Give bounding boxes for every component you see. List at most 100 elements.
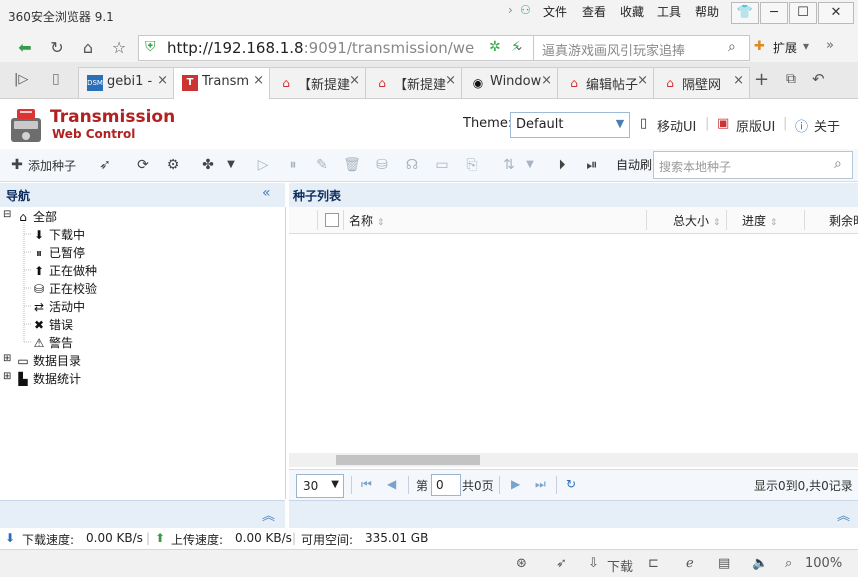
- ie-icon[interactable]: ℯ: [686, 556, 694, 571]
- column-remaining[interactable]: 剩余时: [829, 212, 858, 229]
- collapse-left-icon[interactable]: «: [262, 185, 271, 201]
- theme-select[interactable]: Default ▼: [510, 112, 630, 138]
- gear-icon[interactable]: ⚙: [164, 157, 182, 175]
- nav-item-statistics[interactable]: ▙ 数据统计: [16, 370, 81, 387]
- nav-item-paused[interactable]: ⏸ 已暂停: [32, 244, 85, 261]
- skin-button[interactable]: 👕: [731, 2, 759, 24]
- delete-icon[interactable]: 🗑: [343, 157, 361, 175]
- nav-item-active[interactable]: ⇄ 活动中: [32, 298, 85, 315]
- column-name[interactable]: 名称 ⇕: [349, 212, 384, 229]
- copy-icon[interactable]: ⎘: [463, 157, 481, 175]
- nav-item-error[interactable]: ✖ 错误: [32, 316, 73, 333]
- column-progress[interactable]: 进度 ⇕: [742, 212, 777, 229]
- extensions-dropdown-icon[interactable]: ▾: [803, 39, 809, 53]
- start-selected-icon[interactable]: ▷: [254, 157, 272, 175]
- maximize-button[interactable]: ☐: [789, 2, 817, 24]
- queue-icon[interactable]: ⇅: [500, 157, 518, 175]
- chevron-down-icon[interactable]: ⌄: [514, 39, 524, 53]
- download-manager-button[interactable]: 下载: [607, 556, 633, 575]
- horizontal-scrollbar[interactable]: [289, 453, 858, 467]
- expand-toggle-icon[interactable]: ⊞: [3, 353, 11, 364]
- close-icon[interactable]: ×: [637, 73, 648, 88]
- rename-icon[interactable]: ✎: [313, 157, 331, 175]
- tab-list-icon[interactable]: ⧉: [786, 71, 796, 87]
- chevron-down-icon[interactable]: ▼: [521, 157, 539, 175]
- bookmark-star-icon[interactable]: ☆: [108, 37, 130, 59]
- close-icon[interactable]: ×: [349, 73, 360, 88]
- first-page-icon[interactable]: ⏮: [361, 477, 372, 492]
- extensions-button[interactable]: 扩展: [773, 39, 797, 56]
- nav-item-warning[interactable]: ⚠ 警告: [32, 334, 73, 351]
- video-icon[interactable]: ▤: [718, 556, 730, 571]
- menu-tools[interactable]: 工具: [657, 3, 681, 20]
- add-torrent-button[interactable]: 添加种子: [28, 157, 76, 174]
- minimize-button[interactable]: ─: [760, 2, 788, 24]
- url-input[interactable]: ⛨ http://192.168.1.8:9091/transmission/w…: [138, 35, 536, 61]
- select-all-checkbox[interactable]: [325, 213, 339, 227]
- compass-icon[interactable]: ⊛: [516, 556, 527, 571]
- extension-icon[interactable]: ✚: [754, 39, 765, 54]
- expand-up-icon[interactable]: ︽: [837, 505, 850, 524]
- close-window-button[interactable]: ✕: [818, 2, 854, 24]
- verify-icon[interactable]: ⛁: [373, 157, 391, 175]
- last-page-icon[interactable]: ⏭: [535, 477, 546, 492]
- tab-new-suggestion-2[interactable]: ⌂ 【新提建 ×: [365, 67, 462, 98]
- chevron-down-icon[interactable]: ▼: [222, 157, 240, 175]
- undo-close-tab-icon[interactable]: ↶: [812, 70, 825, 88]
- sound-icon[interactable]: 🔈: [752, 556, 768, 571]
- menu-file[interactable]: 文件: [543, 3, 567, 20]
- zoom-icon[interactable]: ⌕: [785, 556, 792, 571]
- add-icon[interactable]: ✚: [8, 157, 26, 175]
- pause-selected-icon[interactable]: ⏸: [284, 157, 302, 175]
- pause-all-icon[interactable]: ⏯: [583, 157, 601, 175]
- refresh-icon[interactable]: ↻: [46, 37, 68, 59]
- menu-favorites[interactable]: 收藏: [620, 3, 644, 20]
- rocket-icon[interactable]: ➶: [96, 157, 114, 175]
- column-size[interactable]: 总大小 ⇕: [673, 212, 720, 229]
- download-icon[interactable]: ⇩: [588, 556, 599, 571]
- tab-gebi-net[interactable]: ⌂ 隔壁网 ×: [653, 67, 750, 98]
- next-page-icon[interactable]: ▶: [511, 477, 520, 491]
- about-link[interactable]: 关于: [814, 116, 840, 135]
- original-ui-link[interactable]: 原版UI: [736, 116, 775, 135]
- nav-item-downloading[interactable]: ⬇ 下载中: [32, 226, 85, 243]
- local-search-input[interactable]: 搜索本地种子 ⌕: [653, 151, 853, 179]
- mobile-ui-link[interactable]: 移动UI: [657, 116, 696, 135]
- tab-edit-post[interactable]: ⌂ 编辑帖子 ×: [557, 67, 654, 98]
- page-size-select[interactable]: 30 ▼: [296, 474, 344, 498]
- close-icon[interactable]: ×: [253, 73, 264, 88]
- reload-icon[interactable]: ↻: [566, 477, 576, 491]
- zoom-level[interactable]: 100%: [805, 556, 842, 571]
- search-icon[interactable]: ⌕: [834, 156, 842, 172]
- tracker-icon[interactable]: ☊: [403, 157, 421, 175]
- menu-help[interactable]: 帮助: [695, 3, 719, 20]
- folder-icon[interactable]: ▭: [433, 157, 451, 175]
- tab-windows[interactable]: ◉ Window ×: [461, 67, 558, 98]
- sidebar-toggle-icon[interactable]: |▷: [14, 72, 28, 87]
- prev-page-icon[interactable]: ◀: [387, 477, 396, 491]
- browser-search-input[interactable]: 逼真游戏画风引玩家追捧 ⌕: [533, 35, 750, 61]
- rocket-icon[interactable]: ➶: [556, 556, 567, 571]
- screenshot-icon[interactable]: ⊏: [648, 556, 659, 571]
- auto-refresh-label[interactable]: 自动刷: [616, 156, 652, 173]
- home-icon[interactable]: ⌂: [77, 37, 99, 59]
- close-icon[interactable]: ×: [445, 73, 456, 88]
- tab-transmission[interactable]: T Transm ×: [173, 67, 270, 99]
- expand-up-icon[interactable]: ︽: [262, 505, 275, 524]
- more-icon[interactable]: »: [826, 38, 834, 53]
- refresh-icon[interactable]: ⟳: [134, 157, 152, 175]
- back-icon[interactable]: ⬅: [14, 37, 36, 59]
- document-icon[interactable]: ▯: [52, 71, 60, 87]
- close-icon[interactable]: ×: [157, 73, 168, 88]
- tab-new-suggestion-1[interactable]: ⌂ 【新提建 ×: [269, 67, 366, 98]
- menu-view[interactable]: 查看: [582, 3, 606, 20]
- start-all-icon[interactable]: ⏵: [553, 157, 571, 175]
- expand-toggle-icon[interactable]: ⊞: [3, 371, 11, 382]
- nav-item-seeding[interactable]: ⬆ 正在做种: [32, 262, 97, 279]
- page-number-input[interactable]: 0: [431, 474, 461, 496]
- close-icon[interactable]: ×: [541, 73, 552, 88]
- chevron-right-icon[interactable]: ›: [508, 3, 513, 17]
- nav-item-checking[interactable]: ⛁ 正在校验: [32, 280, 97, 297]
- search-icon[interactable]: ⌕: [728, 39, 736, 55]
- plugin-icon[interactable]: ✤: [199, 157, 217, 175]
